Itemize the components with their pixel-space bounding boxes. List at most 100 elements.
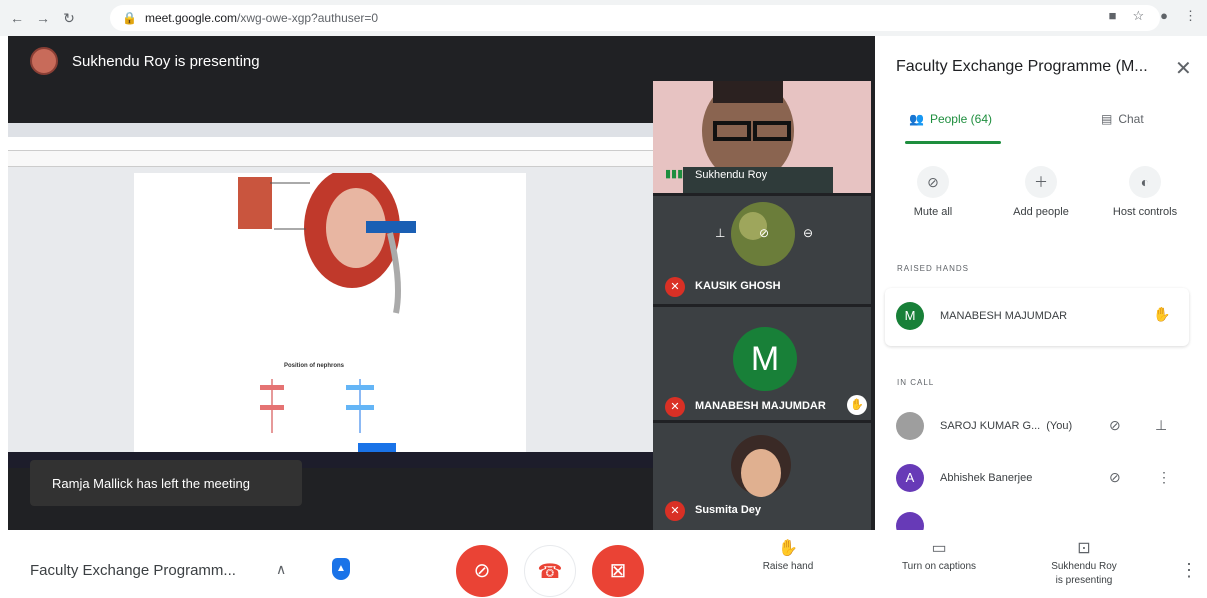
shield-icon[interactable]: ▲	[332, 558, 350, 580]
address-bar[interactable]: 🔒 meet.google.com /xwg-owe-xgp?authuser=…	[110, 5, 1160, 31]
people-icon: 👥	[909, 112, 924, 126]
back-icon[interactable]: ←	[8, 10, 26, 26]
tab-chat-label: Chat	[1118, 112, 1144, 126]
video-feed	[731, 435, 791, 497]
participant-row[interactable]: A Abhishek Banerjee	[896, 464, 1032, 492]
mic-off-icon: ✕	[665, 277, 685, 297]
presenting-button[interactable]: ⊡ Sukhendu Roy is presenting	[1034, 540, 1134, 588]
toast-text: Ramja Mallick has left the meeting	[52, 475, 250, 491]
mic-off-icon[interactable]: ⊘	[1109, 417, 1121, 434]
tile-susmita[interactable]: ✕ Susmita Dey	[653, 423, 871, 530]
tab-people-label: People (64)	[929, 112, 992, 126]
avatar	[896, 412, 924, 440]
lock-icon: 🔒	[122, 11, 137, 25]
camera-toggle-button[interactable]: ⊠	[592, 545, 644, 597]
participant-name: Abhishek Banerjee	[940, 472, 1033, 484]
tile-name: Sukhendu Roy	[695, 169, 768, 181]
participant-row[interactable]: SAROJ KUMAR G... (You)	[896, 412, 1072, 440]
microphone-toggle-button[interactable]: ⊘	[456, 545, 508, 597]
raised-hand-icon: ✋	[847, 395, 867, 415]
raised-hands-heading: RAISED HANDS	[897, 264, 970, 273]
shared-browser-tabs	[8, 123, 653, 137]
pin-icon[interactable]: ⊥	[1155, 417, 1167, 434]
lower-hand-icon[interactable]: ✋	[1153, 306, 1170, 323]
presenting-bar: Sukhendu Roy is presenting	[8, 36, 653, 86]
forward-icon[interactable]: →	[34, 10, 52, 26]
profile-icon[interactable]: ●	[1160, 8, 1168, 24]
panel-title: Faculty Exchange Programme (M...	[896, 58, 1148, 75]
mute-all-label: Mute all	[913, 206, 953, 218]
tab-indicator	[905, 141, 1001, 144]
call-controls-bar: Faculty Exchange Programm... ∧ ▲ ⊘ ☎ ⊠ ✋…	[0, 530, 1207, 597]
presenting-line-1: Sukhendu Roy	[1051, 561, 1117, 572]
more-options-icon[interactable]: ⋮	[1180, 560, 1198, 581]
left-meeting-toast: Ramja Mallick has left the meeting	[30, 460, 302, 506]
avatar: A	[896, 464, 924, 492]
present-screen-icon: ⊡	[1077, 540, 1091, 557]
host-controls-button[interactable]: ◐ Host controls	[1103, 166, 1187, 218]
presenting-text: Sukhendu Roy is presenting	[72, 52, 260, 70]
camera-icon[interactable]: ■	[1109, 8, 1117, 24]
presenting-line-2: is presenting	[1055, 575, 1113, 586]
captions-label: Turn on captions	[901, 561, 977, 572]
kidney-diagram	[238, 168, 416, 455]
participant-name: SAROJ KUMAR G...	[940, 420, 1041, 432]
shared-address-bar	[8, 137, 653, 151]
tile-sukhendu[interactable]: ▮▮▮ Sukhendu Roy	[653, 81, 871, 193]
raised-hand-row[interactable]: M MANABESH MAJUMDAR	[896, 302, 1067, 330]
shared-document	[134, 168, 526, 463]
in-call-heading: IN CALL	[897, 378, 935, 387]
mic-off-icon: ✕	[665, 397, 685, 417]
document-heading: Position of nephrons	[284, 363, 344, 369]
you-label: (You)	[1046, 420, 1073, 432]
chevron-up-icon[interactable]: ∧	[276, 561, 286, 578]
tab-chat[interactable]: ▤ Chat	[1101, 112, 1144, 126]
pin-icon[interactable]: ⊥	[715, 226, 725, 240]
speaking-icon: ▮▮▮	[665, 168, 684, 180]
menu-icon[interactable]: ⋮	[1184, 8, 1197, 24]
mic-off-icon[interactable]: ⊘	[1109, 469, 1121, 486]
tab-people[interactable]: 👥 People (64)	[909, 112, 992, 126]
url-host: meet.google.com	[144, 11, 238, 25]
mute-all-icon: ⊘	[917, 166, 949, 198]
add-people-label: Add people	[1013, 206, 1069, 218]
add-person-icon: ＋	[1025, 166, 1057, 198]
leave-call-button[interactable]: ☎	[524, 545, 576, 597]
host-controls-label: Host controls	[1112, 206, 1178, 218]
star-icon[interactable]: ☆	[1132, 8, 1144, 24]
avatar: M	[896, 302, 924, 330]
tile-name: MANABESH MAJUMDAR	[695, 400, 826, 412]
mic-off-icon: ✕	[665, 501, 685, 521]
meeting-title[interactable]: Faculty Exchange Programm...	[30, 562, 236, 579]
hang-up-icon: ☎	[537, 561, 563, 583]
tile-name: KAUSIK GHOSH	[695, 280, 781, 292]
raise-hand-button[interactable]: ✋ Raise hand	[758, 541, 818, 574]
shared-pdf-toolbar	[8, 151, 653, 167]
reload-icon[interactable]: ↻	[60, 10, 78, 27]
mute-all-button[interactable]: ⊘ Mute all	[903, 166, 963, 218]
tile-kausik[interactable]: ⊥ ⊘ ⊖ ✕ KAUSIK GHOSH	[653, 196, 871, 304]
tile-mute-icon[interactable]: ⊘	[759, 226, 769, 240]
captions-icon: ▭	[931, 540, 947, 557]
shared-screen: Position of nephrons	[8, 123, 653, 468]
participant-tiles: ▮▮▮ Sukhendu Roy ⊥ ⊘ ⊖ ✕ KAUSIK GHOSH M …	[653, 81, 875, 530]
meeting-stage: Sukhendu Roy is presenting Position of n…	[8, 36, 875, 530]
side-panel: Faculty Exchange Programme (M... ✕ 👥 Peo…	[875, 36, 1207, 540]
captions-button[interactable]: ▭ Turn on captions	[884, 540, 994, 574]
tile-name: Susmita Dey	[695, 504, 762, 516]
presenter-avatar	[30, 47, 58, 75]
close-icon[interactable]: ✕	[1175, 56, 1192, 81]
toggle-icon: ◐	[1129, 166, 1161, 198]
mic-off-icon: ⊘	[473, 560, 491, 582]
avatar: M	[733, 327, 797, 391]
participant-name: MANABESH MAJUMDAR	[940, 310, 1068, 322]
chat-icon: ▤	[1101, 112, 1113, 126]
more-options-icon[interactable]: ⋮	[1157, 469, 1171, 486]
tile-manabesh[interactable]: M ✕ MANABESH MAJUMDAR ✋	[653, 307, 871, 420]
browser-toolbar: ← → ↻ 🔒 meet.google.com /xwg-owe-xgp?aut…	[0, 0, 1207, 36]
camera-off-icon: ⊠	[609, 560, 627, 582]
add-people-button[interactable]: ＋ Add people	[1001, 166, 1081, 218]
remove-icon[interactable]: ⊖	[803, 226, 813, 240]
raise-hand-label: Raise hand	[762, 561, 814, 572]
url-path: /xwg-owe-xgp?authuser=0	[237, 11, 379, 25]
